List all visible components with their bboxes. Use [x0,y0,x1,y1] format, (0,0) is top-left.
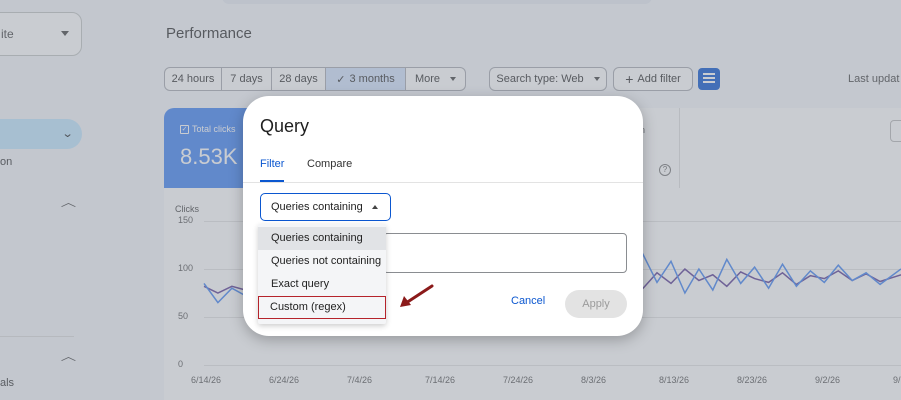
arrow-icon [400,284,434,307]
annotation-arrow [400,284,434,307]
